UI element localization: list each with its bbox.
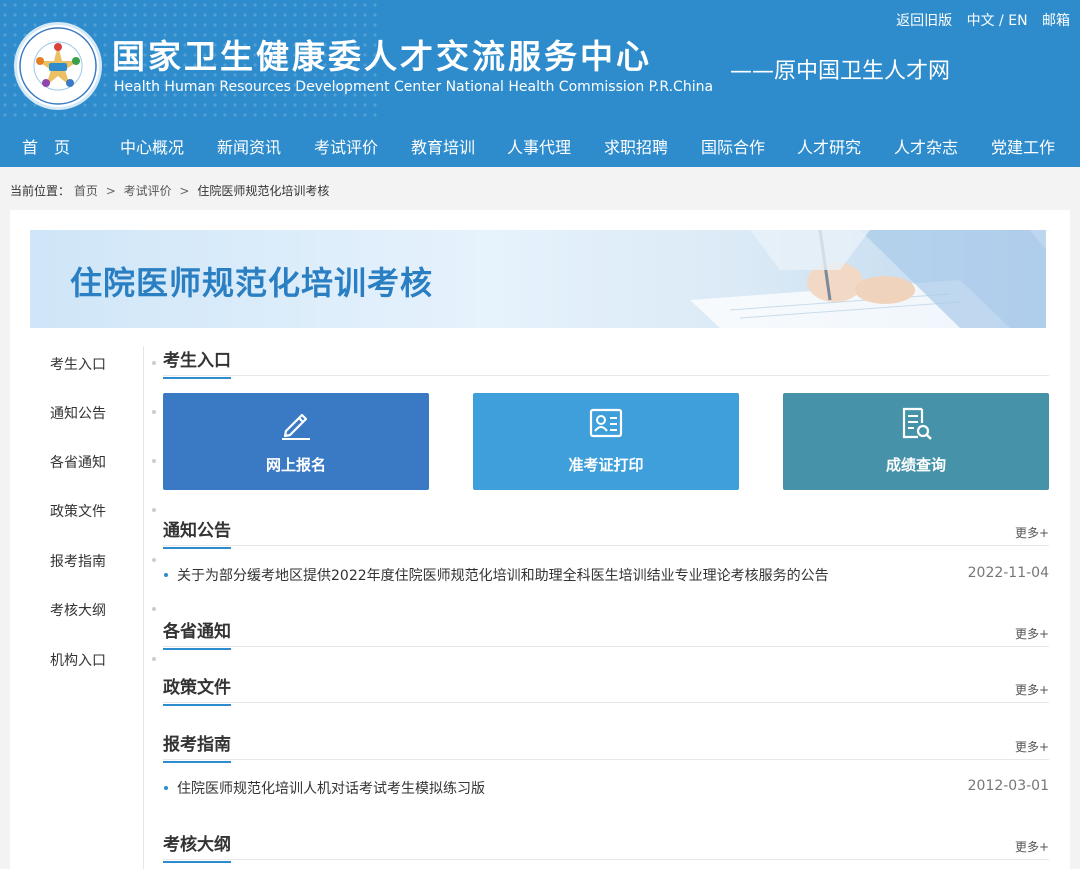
page-banner: 住院医师规范化培训考核 (30, 230, 1046, 328)
section-title: 报考指南 (163, 730, 231, 763)
nav-item-exams[interactable]: 考试评价 (314, 134, 378, 158)
section-header-guide: 报考指南 更多+ (163, 730, 1049, 763)
section-header-province: 各省通知 更多+ (163, 617, 1049, 650)
section-header-syllabus: 考核大纲 更多+ (163, 830, 1049, 863)
side-item-dot (152, 361, 156, 365)
pencil-icon (282, 413, 310, 440)
logo-emblem-icon (19, 27, 97, 105)
nav-item-home[interactable]: 首 页 (22, 134, 70, 158)
section-title: 各省通知 (163, 617, 231, 650)
list-item-title[interactable]: 关于为部分缓考地区提供2022年度住院医师规范化培训和助理全科医生培训结业专业理… (177, 565, 829, 585)
list-item[interactable]: 住院医师规范化培训人机对话考试考生模拟练习版 2012-03-01 (163, 778, 1049, 800)
nav-item-jobs[interactable]: 求职招聘 (604, 134, 668, 158)
site-slogan: ——原中国卫生人才网 (730, 59, 951, 84)
nav-item-party[interactable]: 党建工作 (991, 134, 1055, 158)
breadcrumb-exams[interactable]: 考试评价 (124, 184, 172, 198)
language-switch-link[interactable]: 中文 / EN (967, 13, 1028, 29)
nav-item-magazine[interactable]: 人才杂志 (894, 134, 958, 158)
site-subtitle-en: Health Human Resources Development Cente… (114, 79, 714, 95)
top-links: 返回旧版 中文 / EN 邮箱 (886, 10, 1070, 30)
site-header: 国家卫生健康委人才交流服务中心 Health Human Resources D… (0, 0, 1080, 167)
nav-item-news[interactable]: 新闻资讯 (217, 134, 281, 158)
section-title: 考核大纲 (163, 830, 231, 863)
breadcrumb-home[interactable]: 首页 (74, 184, 98, 198)
side-item-candidate-entry[interactable]: 考生入口 (50, 354, 106, 374)
main-nav: 首 页 中心概况 新闻资讯 考试评价 教育培训 人事代理 求职招聘 国际合作 人… (0, 122, 1080, 167)
side-item-dot (152, 410, 156, 414)
breadcrumb-separator: > (105, 184, 116, 198)
section-title: 政策文件 (163, 673, 231, 706)
breadcrumb-label: 当前位置： (10, 184, 71, 198)
card-label: 网上报名 (265, 456, 326, 474)
side-item-dot (152, 508, 156, 512)
section-header-policy: 政策文件 更多+ (163, 673, 1049, 706)
card-label: 准考证打印 (568, 456, 644, 474)
list-item-title[interactable]: 住院医师规范化培训人机对话考试考生模拟练习版 (177, 778, 485, 798)
online-registration-button[interactable]: 网上报名 (163, 393, 429, 490)
nav-item-international[interactable]: 国际合作 (701, 134, 765, 158)
card-label: 成绩查询 (885, 456, 946, 474)
banner-illustration-icon (690, 230, 1046, 328)
nav-item-education[interactable]: 教育培训 (411, 134, 475, 158)
side-item-dot (152, 657, 156, 661)
more-link[interactable]: 更多+ (1015, 738, 1049, 755)
side-item-province-notices[interactable]: 各省通知 (50, 452, 106, 472)
breadcrumb-current: 住院医师规范化培训考核 (197, 184, 330, 198)
more-link[interactable]: 更多+ (1015, 524, 1049, 541)
nav-item-about[interactable]: 中心概况 (120, 134, 184, 158)
list-item-date: 2012-03-01 (967, 778, 1049, 794)
main-panel: 住院医师规范化培训考核 考生入口 通知公告 各省通知 政策文件 报考指南 考核大… (10, 210, 1070, 869)
section-title: 考生入口 (163, 346, 231, 379)
list-item-date: 2022-11-04 (967, 565, 1049, 581)
id-card-icon (589, 408, 623, 438)
section-header-entry: 考生入口 (163, 346, 1049, 379)
admission-ticket-print-button[interactable]: 准考证打印 (473, 393, 739, 490)
side-menu: 考生入口 通知公告 各省通知 政策文件 报考指南 考核大纲 机构入口 (20, 346, 156, 869)
more-link[interactable]: 更多+ (1015, 681, 1049, 698)
section-title: 通知公告 (163, 516, 231, 549)
side-item-policy[interactable]: 政策文件 (50, 501, 106, 521)
list-item[interactable]: 关于为部分缓考地区提供2022年度住院医师规范化培训和助理全科医生培训结业专业理… (163, 565, 1049, 587)
old-version-link[interactable]: 返回旧版 (896, 13, 952, 29)
side-item-guide[interactable]: 报考指南 (50, 551, 106, 571)
side-item-dot (152, 459, 156, 463)
document-search-icon (902, 407, 932, 440)
side-item-syllabus[interactable]: 考核大纲 (50, 600, 106, 620)
breadcrumb: 当前位置： 首页 > 考试评价 > 住院医师规范化培训考核 (10, 182, 329, 199)
mailbox-link[interactable]: 邮箱 (1042, 13, 1070, 29)
nav-item-research[interactable]: 人才研究 (797, 134, 861, 158)
side-item-institution-entry[interactable]: 机构入口 (50, 650, 106, 670)
more-link[interactable]: 更多+ (1015, 838, 1049, 855)
bullet-icon (164, 786, 168, 790)
section-header-notices: 通知公告 更多+ (163, 516, 1049, 549)
more-link[interactable]: 更多+ (1015, 625, 1049, 642)
site-title: 国家卫生健康委人才交流服务中心 (112, 37, 652, 76)
bullet-icon (164, 573, 168, 577)
banner-title: 住院医师规范化培训考核 (70, 264, 434, 302)
breadcrumb-separator: > (179, 184, 190, 198)
score-query-button[interactable]: 成绩查询 (783, 393, 1049, 490)
side-item-notices[interactable]: 通知公告 (50, 403, 106, 423)
nav-item-personnel[interactable]: 人事代理 (507, 134, 571, 158)
site-logo[interactable] (14, 22, 102, 110)
side-item-dot (152, 607, 156, 611)
side-item-dot (152, 558, 156, 562)
